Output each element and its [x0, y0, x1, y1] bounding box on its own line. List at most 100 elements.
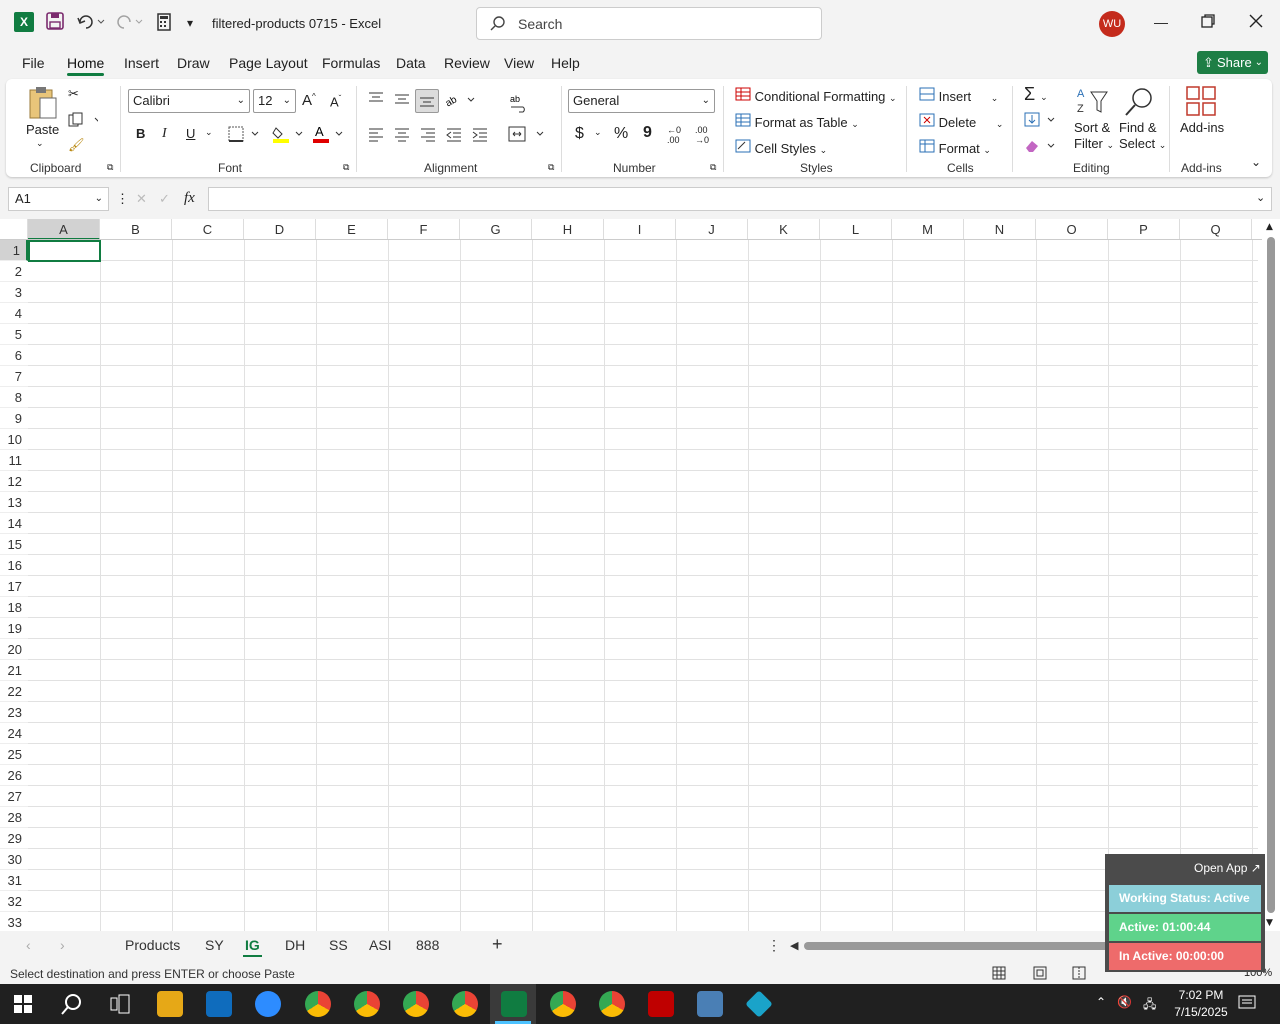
font-launcher-icon[interactable]: ⧉: [343, 162, 349, 173]
autosum-icon[interactable]: Σ ⌄: [1024, 84, 1048, 105]
align-bottom-button[interactable]: [415, 89, 439, 113]
clipboard-launcher-icon[interactable]: ⧉: [107, 162, 113, 173]
column-header[interactable]: F: [388, 219, 460, 240]
delete-cells-button[interactable]: Delete ⌄: [919, 113, 1003, 130]
spreadsheet-grid[interactable]: A B C D E F G H I J K L M N O P Q 1 2 3 4 5 6 7 8 9 10 11 12 13 14 15 16…: [0, 219, 1262, 931]
column-header[interactable]: O: [1036, 219, 1108, 240]
network-icon[interactable]: 🖧: [1143, 995, 1156, 1016]
tab-review[interactable]: Review: [444, 55, 490, 71]
redo-icon[interactable]: [114, 12, 144, 36]
sort-filter-button[interactable]: Sort & Filter ⌄: [1074, 120, 1114, 153]
tab-insert[interactable]: Insert: [124, 55, 159, 71]
column-header[interactable]: E: [316, 219, 388, 240]
row-header[interactable]: 20: [0, 639, 28, 660]
filezilla-icon[interactable]: [648, 991, 674, 1017]
search-input[interactable]: Search: [476, 7, 822, 40]
row-header[interactable]: 31: [0, 870, 28, 891]
cell-styles-button[interactable]: Cell Styles ⌄: [735, 139, 827, 156]
row-header[interactable]: 14: [0, 513, 28, 534]
grow-font-icon[interactable]: A^: [302, 92, 316, 109]
decrease-indent-icon[interactable]: [446, 126, 462, 145]
underline-button[interactable]: U: [186, 126, 195, 141]
calculator-icon[interactable]: [697, 991, 723, 1017]
number-launcher-icon[interactable]: ⧉: [710, 162, 716, 173]
row-header[interactable]: 33: [0, 912, 28, 931]
percent-button[interactable]: %: [614, 125, 628, 143]
align-center-icon[interactable]: [394, 126, 410, 145]
clock-time[interactable]: 7:02 PM: [1173, 988, 1229, 1002]
column-header[interactable]: P: [1108, 219, 1180, 240]
row-header[interactable]: 17: [0, 576, 28, 597]
volume-muted-icon[interactable]: 🔇: [1117, 995, 1132, 1009]
column-header[interactable]: B: [100, 219, 172, 240]
column-header[interactable]: K: [748, 219, 820, 240]
selected-cell[interactable]: [28, 240, 101, 262]
row-header[interactable]: 3: [0, 282, 28, 303]
row-header[interactable]: 7: [0, 366, 28, 387]
column-header[interactable]: G: [460, 219, 532, 240]
alignment-launcher-icon[interactable]: ⧉: [548, 162, 554, 173]
align-right-icon[interactable]: [420, 126, 436, 145]
row-header[interactable]: 11: [0, 450, 28, 471]
scroll-left-icon[interactable]: ◀: [790, 939, 798, 952]
chevron-down-icon[interactable]: ⌄: [205, 127, 213, 138]
next-sheet-icon[interactable]: ›: [60, 937, 65, 953]
share-button[interactable]: ⇪ Share ⌄: [1197, 51, 1268, 74]
windows-start-icon[interactable]: [14, 995, 32, 1017]
minimize-icon[interactable]: —: [1154, 14, 1168, 30]
tab-data[interactable]: Data: [396, 55, 426, 71]
tab-formulas[interactable]: Formulas: [322, 55, 380, 71]
insert-function-button[interactable]: fx: [184, 190, 195, 207]
column-header[interactable]: Q: [1180, 219, 1252, 240]
scroll-down-icon[interactable]: ▼: [1266, 918, 1273, 928]
search-icon[interactable]: [61, 993, 83, 1019]
row-header[interactable]: 1: [0, 240, 28, 261]
notifications-icon[interactable]: [1238, 994, 1256, 1015]
format-as-table-button[interactable]: Format as Table ⌄: [735, 113, 859, 130]
calculator-icon[interactable]: [157, 12, 171, 36]
tab-view[interactable]: View: [504, 55, 534, 71]
align-middle-icon[interactable]: [394, 92, 410, 111]
italic-button[interactable]: I: [162, 126, 167, 142]
fill-icon[interactable]: [1024, 112, 1058, 131]
row-header[interactable]: 30: [0, 849, 28, 870]
orientation-icon[interactable]: ab: [444, 92, 476, 111]
font-color-icon[interactable]: A: [312, 124, 344, 147]
file-explorer-icon[interactable]: [157, 991, 183, 1017]
column-header[interactable]: I: [604, 219, 676, 240]
cut-icon[interactable]: ✂: [68, 86, 79, 102]
row-header[interactable]: 27: [0, 786, 28, 807]
page-layout-view-icon[interactable]: [1033, 965, 1047, 984]
add-sheet-icon[interactable]: +: [492, 934, 503, 955]
row-header[interactable]: 19: [0, 618, 28, 639]
fill-color-icon[interactable]: [272, 124, 304, 147]
zoom-app-icon[interactable]: [255, 991, 281, 1017]
page-break-view-icon[interactable]: [1072, 965, 1086, 984]
tab-help[interactable]: Help: [551, 55, 580, 71]
row-header[interactable]: 5: [0, 324, 28, 345]
row-header[interactable]: 10: [0, 429, 28, 450]
prev-sheet-icon[interactable]: ‹: [26, 937, 31, 953]
column-header[interactable]: H: [532, 219, 604, 240]
shrink-font-icon[interactable]: Aˇ: [330, 94, 341, 109]
sheet-tab-sy[interactable]: SY: [205, 937, 224, 953]
tab-file[interactable]: File: [22, 55, 45, 71]
align-top-icon[interactable]: [368, 90, 384, 109]
sheet-tab-dh[interactable]: DH: [285, 937, 305, 953]
paste-button[interactable]: Paste: [26, 122, 59, 137]
merge-center-icon[interactable]: [508, 126, 548, 145]
row-header[interactable]: 22: [0, 681, 28, 702]
outlook-icon[interactable]: [206, 991, 232, 1017]
tray-overflow-icon[interactable]: ⌃: [1096, 995, 1106, 1009]
row-header[interactable]: 26: [0, 765, 28, 786]
tab-page-layout[interactable]: Page Layout: [229, 55, 308, 71]
row-header[interactable]: 16: [0, 555, 28, 576]
sheet-tab-products[interactable]: Products: [125, 937, 180, 953]
sheet-tab-ss[interactable]: SS: [329, 937, 348, 953]
align-left-icon[interactable]: [368, 126, 384, 145]
row-header[interactable]: 28: [0, 807, 28, 828]
clock-date[interactable]: 7/15/2025: [1168, 1005, 1234, 1019]
conditional-formatting-button[interactable]: Conditional Formatting ⌄: [735, 87, 897, 104]
column-header[interactable]: M: [892, 219, 964, 240]
row-header[interactable]: 15: [0, 534, 28, 555]
